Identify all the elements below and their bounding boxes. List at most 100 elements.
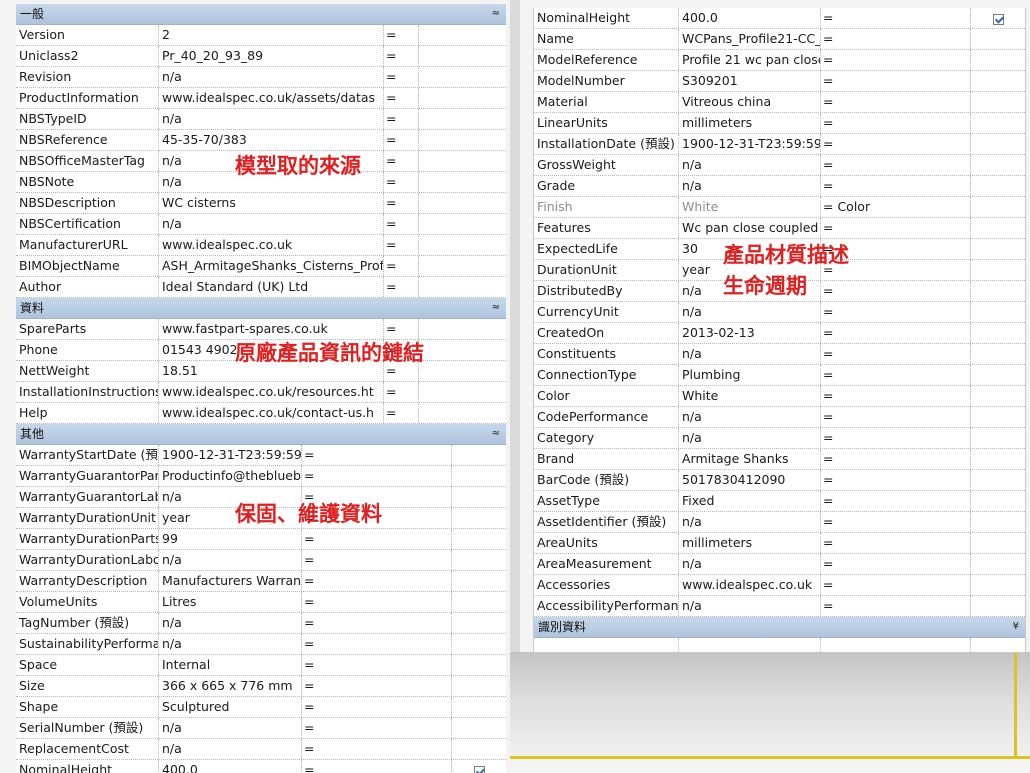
property-row-linearunits[interactable]: LinearUnits millimeters = (534, 113, 1025, 134)
formula-cell[interactable]: = (821, 470, 971, 490)
property-value[interactable]: Productinfo@theblueb (159, 466, 302, 486)
property-value[interactable]: S309201 (679, 71, 821, 91)
property-row-tagnumber[interactable]: TagNumber (預設) n/a = (16, 613, 506, 634)
property-value[interactable]: 2013-02-13 (679, 323, 821, 343)
instance-checkbox-cell[interactable] (419, 67, 506, 87)
property-row-warrantydurationparts[interactable]: WarrantyDurationParts 99 = (16, 529, 506, 550)
property-value[interactable] (679, 638, 821, 652)
formula-cell[interactable]: = (821, 218, 971, 238)
property-row-features[interactable]: Features Wc pan close coupled = (534, 218, 1025, 239)
property-row-nbstypeid[interactable]: NBSTypeID n/a = (16, 109, 506, 130)
collapse-toggle-icon[interactable]: ≈ (492, 298, 500, 318)
instance-checkbox-cell[interactable] (971, 92, 1025, 112)
property-row-nominalheight[interactable]: NominalHeight 400.0 = (16, 760, 506, 773)
property-row-help[interactable]: Help www.idealspec.co.uk/contact-us.h = (16, 403, 506, 424)
instance-checkbox-cell[interactable] (452, 592, 506, 612)
formula-cell[interactable]: = (821, 386, 971, 406)
property-value[interactable]: n/a (159, 634, 302, 654)
instance-checkbox-cell[interactable] (452, 529, 506, 549)
property-row-modelnumber[interactable]: ModelNumber S309201 = (534, 71, 1025, 92)
instance-checkbox-cell[interactable] (971, 71, 1025, 91)
section-header-[interactable]: 識別資料 ¥ (534, 617, 1025, 638)
instance-checkbox-cell[interactable] (971, 512, 1025, 532)
property-row-barcode[interactable]: BarCode (預設) 5017830412090 = (534, 470, 1025, 491)
instance-checkbox-cell[interactable] (419, 151, 506, 171)
property-value[interactable]: 400.0 (679, 8, 821, 28)
instance-checkbox-cell[interactable] (419, 25, 506, 45)
property-row-space[interactable]: Space Internal = (16, 655, 506, 676)
formula-cell[interactable]: = (384, 214, 419, 234)
property-row-connectiontype[interactable]: ConnectionType Plumbing = (534, 365, 1025, 386)
formula-cell[interactable]: = (821, 365, 971, 385)
instance-checkbox-cell[interactable] (971, 575, 1025, 595)
property-value[interactable]: Ideal Standard (UK) Ltd (159, 277, 384, 297)
instance-checkbox-cell[interactable] (419, 340, 506, 360)
property-value[interactable]: www.idealspec.co.uk/contact-us.h (159, 403, 384, 423)
property-row-assettype[interactable]: AssetType Fixed = (534, 491, 1025, 512)
property-row-warrantyguarantorpart[interactable]: WarrantyGuarantorPart Productinfo@theblue… (16, 466, 506, 487)
formula-cell[interactable]: = (384, 46, 419, 66)
formula-cell[interactable]: = (302, 760, 452, 773)
formula-cell[interactable]: = (302, 592, 452, 612)
property-row-volumeunits[interactable]: VolumeUnits Litres = (16, 592, 506, 613)
instance-checkbox-cell[interactable] (452, 718, 506, 738)
formula-cell[interactable]: = (821, 323, 971, 343)
instance-checkbox-cell[interactable] (419, 130, 506, 150)
formula-cell[interactable]: = (821, 155, 971, 175)
property-row-areaunits[interactable]: AreaUnits millimeters = (534, 533, 1025, 554)
instance-checkbox-cell[interactable] (971, 260, 1025, 280)
property-value[interactable]: millimeters (679, 533, 821, 553)
property-value[interactable]: n/a (679, 512, 821, 532)
property-row-installationdate[interactable]: InstallationDate (預設) 1900-12-31-T23:59:5… (534, 134, 1025, 155)
property-row-bimobjectname[interactable]: BIMObjectName ASH_ArmitageShanks_Cisterns… (16, 256, 506, 277)
instance-checkbox-cell[interactable] (971, 29, 1025, 49)
property-row-areameasurement[interactable]: AreaMeasurement n/a = (534, 554, 1025, 575)
property-value[interactable]: n/a (679, 428, 821, 448)
property-row-assetidentifier[interactable]: AssetIdentifier (預設) n/a = (534, 512, 1025, 533)
property-value[interactable]: n/a (159, 739, 302, 759)
formula-cell[interactable]: = (384, 109, 419, 129)
instance-checkbox-cell[interactable] (419, 214, 506, 234)
property-value[interactable]: n/a (159, 109, 384, 129)
property-value[interactable]: Wc pan close coupled (679, 218, 821, 238)
property-value[interactable]: 45-35-70/383 (159, 130, 384, 150)
formula-cell[interactable]: = (384, 151, 419, 171)
instance-checkbox-cell[interactable] (971, 470, 1025, 490)
property-row-serialnumber[interactable]: SerialNumber (預設) n/a = (16, 718, 506, 739)
formula-cell[interactable]: = (384, 130, 419, 150)
formula-cell[interactable]: = (302, 445, 452, 465)
property-row-createdon[interactable]: CreatedOn 2013-02-13 = (534, 323, 1025, 344)
property-row-warrantystartdate[interactable]: WarrantyStartDate (預 1900-12-31-T23:59:59… (16, 445, 506, 466)
property-row-shape[interactable]: Shape Sculptured = (16, 697, 506, 718)
formula-cell[interactable] (821, 638, 971, 652)
formula-cell[interactable]: = (384, 319, 419, 339)
instance-checkbox-cell[interactable] (971, 50, 1025, 70)
property-value[interactable]: n/a (159, 214, 384, 234)
property-row-size[interactable]: Size 366 x 665 x 776 mm = (16, 676, 506, 697)
instance-checkbox-cell[interactable] (971, 176, 1025, 196)
property-value[interactable]: ASH_ArmitageShanks_Cisterns_Profil (159, 256, 384, 276)
instance-checkbox-cell[interactable] (419, 109, 506, 129)
checkbox-checked-icon[interactable] (992, 14, 1004, 25)
instance-checkbox-cell[interactable] (452, 760, 506, 773)
instance-checkbox-cell[interactable] (419, 193, 506, 213)
formula-cell[interactable]: = (821, 29, 971, 49)
instance-checkbox-cell[interactable] (971, 239, 1025, 259)
instance-checkbox-cell[interactable] (971, 8, 1025, 28)
formula-cell[interactable]: = (384, 382, 419, 402)
formula-cell[interactable]: = (302, 676, 452, 696)
property-value[interactable]: 366 x 665 x 776 mm (159, 676, 302, 696)
instance-checkbox-cell[interactable] (971, 386, 1025, 406)
formula-cell[interactable]: = (302, 718, 452, 738)
property-value[interactable]: Profile 21 wc pan close (679, 50, 821, 70)
property-value[interactable]: n/a (679, 176, 821, 196)
property-row-sustainabilityperforma[interactable]: SustainabilityPerforma n/a = (16, 634, 506, 655)
instance-checkbox-cell[interactable] (452, 634, 506, 654)
instance-checkbox-cell[interactable] (971, 407, 1025, 427)
formula-cell[interactable]: = (821, 71, 971, 91)
property-row-finish[interactable]: Finish White = Color (534, 197, 1025, 218)
collapse-toggle-icon[interactable]: ¥ (1013, 617, 1019, 637)
formula-cell[interactable]: = (821, 575, 971, 595)
instance-checkbox-cell[interactable] (452, 487, 506, 507)
property-value[interactable]: www.fastpart-spares.co.uk (159, 319, 384, 339)
